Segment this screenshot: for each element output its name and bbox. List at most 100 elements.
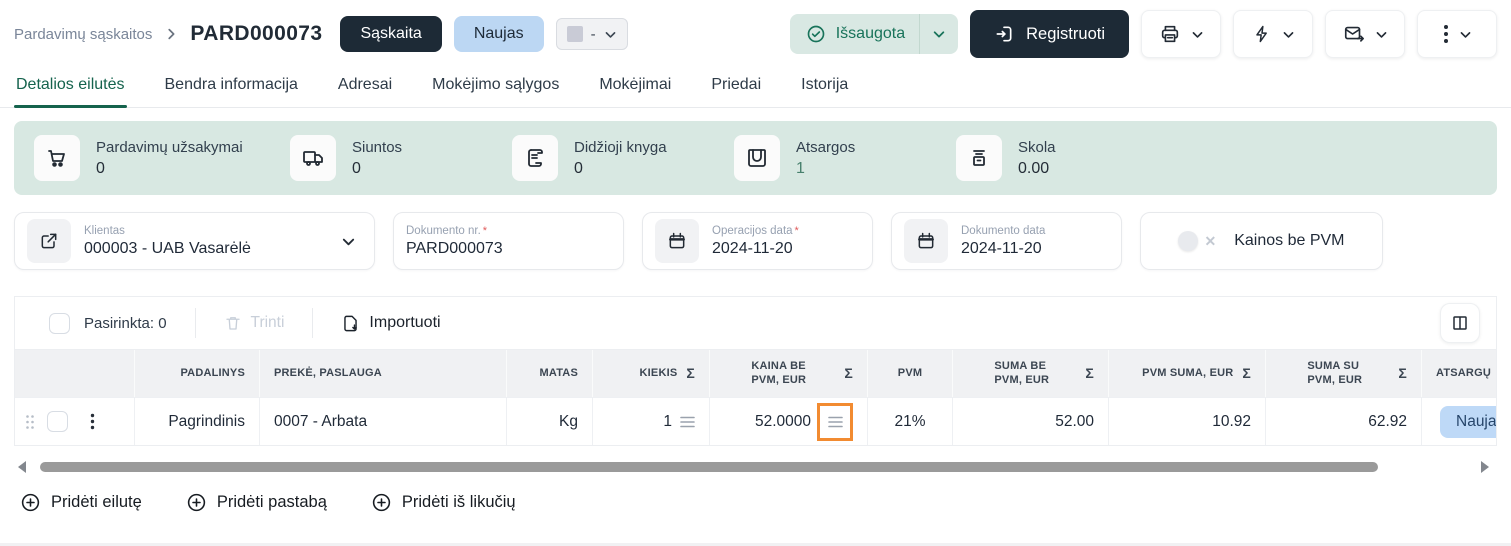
- save-status-button[interactable]: Išsaugota: [790, 14, 958, 54]
- actions-dropdown-button[interactable]: [1233, 10, 1313, 58]
- dokumento-nr-field[interactable]: Dokumento nr.* PARD000073: [393, 212, 624, 270]
- stat-label: Didžioji knyga: [574, 139, 667, 156]
- header-suma-be-pvm[interactable]: SUMA BE PVM, EURΣ: [952, 350, 1108, 397]
- table-header-row: PADALINYS PREKĖ, PASLAUGA MATAS KIEKISΣ …: [15, 349, 1496, 397]
- add-from-stock-button[interactable]: Pridėti iš likučių: [371, 492, 516, 513]
- status-badge[interactable]: Naujas: [1440, 406, 1496, 438]
- print-dropdown-button[interactable]: [1141, 10, 1221, 58]
- cell-suma-be-pvm[interactable]: 52.00: [952, 398, 1108, 445]
- header-suma-su-pvm[interactable]: SUMA SU PVM, EURΣ: [1265, 350, 1421, 397]
- header-preke-paslauga[interactable]: PREKĖ, PASLAUGA: [259, 350, 506, 397]
- tab-bendra-informacija[interactable]: Bendra informacija: [163, 68, 300, 107]
- toggle-knob-icon: [1178, 231, 1198, 251]
- stat-value: 0: [352, 160, 402, 178]
- cell-suma-su-pvm[interactable]: 62.92: [1265, 398, 1421, 445]
- import-button[interactable]: Importuoti: [341, 314, 440, 333]
- related-documents-bar: Pardavimų užsakymai 0 Siuntos 0 Didžioji…: [14, 121, 1497, 195]
- dokumento-data-field[interactable]: Dokumento data 2024-11-20: [891, 212, 1122, 270]
- scroll-right-arrow[interactable]: [1481, 461, 1489, 473]
- tab-priedai[interactable]: Priedai: [709, 68, 763, 107]
- cell-matas[interactable]: Kg: [506, 398, 592, 445]
- trash-icon: [224, 314, 242, 332]
- operacijos-data-value: 2024-11-20: [712, 240, 799, 258]
- divider: [312, 308, 313, 338]
- tab-adresai[interactable]: Adresai: [336, 68, 394, 107]
- cart-icon: [34, 135, 80, 181]
- page-header: Pardavimų sąskaitos PARD000073 Sąskaita …: [0, 0, 1511, 62]
- status-chip: Naujas: [454, 16, 544, 52]
- chevron-right-icon: [164, 27, 178, 41]
- column-settings-button[interactable]: [1440, 303, 1480, 343]
- stat-label: Pardavimų užsakymai: [96, 139, 243, 156]
- highlight-annotation: [817, 403, 853, 441]
- send-email-dropdown-button[interactable]: [1325, 10, 1405, 58]
- register-button[interactable]: Registruoti: [970, 10, 1129, 58]
- sum-icon[interactable]: Σ: [686, 365, 695, 383]
- lines-table: Pasirinkta: 0 Trinti Importuoti PADALINY…: [14, 296, 1497, 446]
- debt-icon: [956, 135, 1002, 181]
- calendar-icon[interactable]: [655, 219, 699, 263]
- stat-skola[interactable]: Skola 0.00: [956, 135, 1178, 181]
- dokumento-data-value: 2024-11-20: [961, 240, 1045, 258]
- stat-pardavimu-uzsakymai[interactable]: Pardavimų užsakymai 0: [34, 135, 290, 181]
- delete-button-label: Trinti: [251, 314, 285, 332]
- kainos-be-pvm-toggle[interactable]: ✕: [1178, 231, 1216, 251]
- formula-lines-icon[interactable]: [828, 416, 843, 428]
- tab-detalios-eilutes[interactable]: Detalios eilutės: [14, 68, 127, 107]
- sum-icon[interactable]: Σ: [1398, 365, 1407, 383]
- dokumento-nr-label: Dokumento nr.: [406, 225, 481, 237]
- chevron-down-icon: [1459, 28, 1472, 41]
- sum-icon[interactable]: Σ: [1242, 365, 1251, 383]
- add-note-button[interactable]: Pridėti pastabą: [186, 492, 327, 513]
- cell-pvm[interactable]: 21%: [867, 398, 952, 445]
- row-checkbox[interactable]: [47, 411, 68, 432]
- header-pvm-suma[interactable]: PVM SUMA, EURΣ: [1108, 350, 1265, 397]
- calendar-icon[interactable]: [904, 219, 948, 263]
- cell-preke-paslauga[interactable]: 0007 - Arbata: [259, 398, 506, 445]
- tab-mokejimo-salygos[interactable]: Mokėjimo sąlygos: [430, 68, 561, 107]
- formula-lines-icon[interactable]: [680, 416, 695, 428]
- header-padalinys[interactable]: PADALINYS: [134, 350, 259, 397]
- klientas-field[interactable]: Klientas 000003 - UAB Vasarėlė: [14, 212, 375, 270]
- more-dropdown-button[interactable]: [1417, 10, 1497, 58]
- plus-circle-icon: [371, 492, 392, 513]
- sum-icon[interactable]: Σ: [1085, 365, 1094, 383]
- stat-value: 0: [96, 160, 243, 178]
- stat-atsargos[interactable]: Atsargos 1: [734, 135, 956, 181]
- stat-siuntos[interactable]: Siuntos 0: [290, 135, 512, 181]
- tab-mokejimai[interactable]: Mokėjimai: [597, 68, 673, 107]
- operacijos-data-label: Operacijos data: [712, 225, 793, 237]
- add-line-button[interactable]: Pridėti eilutę: [20, 492, 142, 513]
- header-kaina-be-pvm[interactable]: KAINA BE PVM, EURΣ: [709, 350, 867, 397]
- table-toolbar: Pasirinkta: 0 Trinti Importuoti: [15, 297, 1496, 349]
- breadcrumb-parent[interactable]: Pardavimų sąskaitos: [14, 26, 152, 43]
- scrollbar-thumb[interactable]: [40, 462, 1378, 472]
- select-all-checkbox[interactable]: [49, 313, 70, 334]
- horizontal-scrollbar: [14, 460, 1497, 474]
- post-document-icon: [994, 24, 1014, 44]
- save-status-caret[interactable]: [920, 14, 958, 54]
- cell-kaina-be-pvm[interactable]: 52.0000: [709, 398, 867, 445]
- operacijos-data-field[interactable]: Operacijos data* 2024-11-20: [642, 212, 873, 270]
- chevron-down-icon[interactable]: [335, 234, 362, 249]
- truck-icon: [290, 135, 336, 181]
- printer-icon: [1159, 23, 1181, 45]
- kainos-be-pvm-card: ✕ Kainos be PVM: [1140, 212, 1383, 270]
- stat-didzioji-knyga[interactable]: Didžioji knyga 0: [512, 135, 734, 181]
- delete-button[interactable]: Trinti: [224, 314, 285, 332]
- cell-pvm-suma[interactable]: 10.92: [1108, 398, 1265, 445]
- header-kiekis[interactable]: KIEKISΣ: [592, 350, 709, 397]
- stat-label: Skola: [1018, 139, 1056, 156]
- scroll-left-arrow[interactable]: [18, 461, 26, 473]
- color-select[interactable]: -: [556, 18, 628, 50]
- header-matas[interactable]: MATAS: [506, 350, 592, 397]
- cell-padalinys[interactable]: Pagrindinis: [134, 398, 259, 445]
- header-atsargu[interactable]: ATSARGŲ: [1421, 350, 1496, 397]
- row-menu-icon[interactable]: [90, 413, 95, 430]
- header-pvm[interactable]: PVM: [867, 350, 952, 397]
- cell-kiekis[interactable]: 1: [592, 398, 709, 445]
- drag-handle-icon[interactable]: [25, 414, 35, 430]
- tab-istorija[interactable]: Istorija: [799, 68, 850, 107]
- sum-icon[interactable]: Σ: [844, 365, 853, 383]
- external-link-icon[interactable]: [27, 219, 71, 263]
